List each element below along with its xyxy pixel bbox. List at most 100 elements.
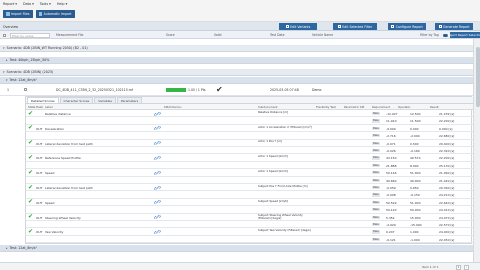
row-lower: -9.000: [386, 126, 396, 131]
generate-report-button[interactable]: Generate Report: [435, 23, 473, 30]
chart-icon[interactable]: [154, 229, 161, 235]
column-valid[interactable]: Valid: [214, 33, 221, 37]
row-label: Lateral deviation from test path: [45, 141, 93, 146]
header-requirement[interactable]: Requirement: [372, 105, 390, 109]
detail-row[interactable]: ✔ Relative distance Relative Distance [m] P…: [26, 110, 473, 118]
detail-row[interactable]: ✔ OUT Yaw Velocity Subject Yaw Velocity (Fi…: [26, 227, 473, 236]
edit-selected-filter-button[interactable]: Edit Selected Filter: [333, 23, 377, 30]
detail-row[interactable]: Pass -0.026 -0.160 22.320 [s]: [26, 147, 473, 155]
header-flexibility[interactable]: Flexibility Test: [316, 105, 336, 109]
select-all-checkbox[interactable]: [3, 33, 6, 37]
chart-icon[interactable]: [154, 111, 161, 117]
detail-row[interactable]: Pass -2.716 -2.000 22.680 [s]: [26, 132, 473, 140]
column-test-date[interactable]: Test Date: [270, 33, 284, 37]
scenario-group-row[interactable]: ▾ Scenario: 4DB (2BIN_WT Running 2050) (…: [0, 45, 473, 52]
overview-label: Overview: [3, 24, 19, 29]
detail-row[interactable]: Pass 21.888 8.000 25.130 [s]: [26, 162, 473, 170]
row-label: Steering Wheel Velocity: [45, 215, 81, 220]
column-score[interactable]: Score: [166, 33, 175, 37]
detail-row[interactable]: ✔ OUT Speed Actor 1 Speed [km/h] Pass 50.146 5…: [26, 169, 473, 177]
menu-help[interactable]: Help ▾: [57, 2, 67, 6]
chart-icon[interactable]: [154, 199, 161, 205]
pass-check-icon: ✔: [28, 139, 34, 147]
detail-row[interactable]: Pass -0.008 -0.150 24.210 [s]: [26, 191, 473, 199]
collapse-icon[interactable]: ▾: [6, 78, 8, 82]
row-lower: 21.888: [386, 163, 397, 168]
collapse-icon[interactable]: ▾: [3, 70, 5, 74]
header-operator[interactable]: Operator: [398, 105, 411, 109]
status-badge: Pass: [372, 215, 380, 219]
vertical-scrollbar[interactable]: [473, 39, 480, 262]
detail-row[interactable]: Pass -0.121 -1.000 22.450 [s]: [26, 236, 473, 244]
row-result: 25.130 [s]: [439, 163, 455, 168]
header-label[interactable]: Label: [45, 105, 53, 109]
scenario-group-row[interactable]: ▾ Scenario: 4DB (2BIN) (2025): [0, 69, 473, 76]
configure-report-button[interactable]: Configure Report: [388, 23, 426, 30]
expand-icon[interactable]: ▸: [6, 246, 8, 250]
pass-check-icon: ✔: [28, 227, 34, 235]
edit-variants-button[interactable]: Edit Variants: [279, 23, 317, 30]
detail-row[interactable]: ✔ OUT Speed Subject Speed [km/h] Pass 50.529 5…: [26, 199, 473, 207]
row-label: Speed: [45, 200, 55, 205]
tab-character-scores[interactable]: Character Scores: [59, 97, 94, 103]
chart-icon[interactable]: [154, 125, 161, 131]
chart-icon[interactable]: [154, 214, 161, 220]
chart-icon[interactable]: [154, 140, 161, 146]
test-group-row[interactable]: ▾ Test: 12at_8m/s²: [0, 77, 473, 84]
import-files-button[interactable]: Import Files: [3, 10, 33, 18]
detail-row[interactable]: Pass 50.120 50.000 24.410 [s]: [26, 206, 473, 214]
test-group-row[interactable]: ▸ Test: 12at_8m/s²: [0, 245, 473, 252]
row-result: 22.320 [s]: [439, 149, 455, 153]
row-upper: 1.000: [410, 230, 419, 235]
header-parametric[interactable]: Parametric KPI: [344, 105, 364, 109]
tab-parameters[interactable]: Parameters: [116, 97, 143, 103]
menu-report[interactable]: Report ▾: [3, 2, 17, 6]
row-lower: -0.121: [386, 237, 396, 242]
row-checkbox[interactable]: [24, 88, 27, 91]
detail-row[interactable]: Pass 11.910 11.500 22.200 [s]: [26, 117, 473, 125]
tab-variables[interactable]: Variables: [94, 97, 116, 103]
detail-row[interactable]: ✔ OUT Reference Speed Profile Actor 1 Speed…: [26, 154, 473, 162]
header-state[interactable]: State: [28, 105, 35, 109]
header-result[interactable]: Result: [430, 105, 439, 109]
row-lower: 50.120: [386, 208, 397, 213]
chart-icon[interactable]: [154, 155, 161, 161]
edit-icon: [285, 25, 289, 28]
row-lower: 0.247: [386, 230, 395, 235]
search-input[interactable]: Filter by name: [10, 32, 50, 38]
row-result: 21.090 [s]: [439, 171, 455, 176]
test-date: 2025-03-05 07:48: [270, 88, 299, 92]
header-kpi[interactable]: KPI/Criterion: [164, 105, 181, 109]
column-vehicle-name[interactable]: Vehicle Name: [312, 33, 333, 37]
measurement-row[interactable]: 1 DC_4DB_411_C35N_2_32_20250321_102115.m…: [0, 84, 473, 96]
column-measurement-file[interactable]: Measurement File: [56, 33, 83, 37]
measurement-file-name[interactable]: DC_4DB_411_C35N_2_32_20250321_102115.mf: [56, 88, 133, 92]
tab-detailed-scores[interactable]: Detailed Scores: [27, 97, 59, 103]
test-group-row[interactable]: ▸ Test: 40kph_15kph_50%: [0, 57, 473, 64]
expand-icon[interactable]: ▸: [6, 58, 8, 62]
page-button[interactable]: 1: [456, 264, 461, 270]
row-result: 22.200 [s]: [439, 119, 455, 124]
detail-row[interactable]: ✔ OUT Deceleration Actor 1 Acceleration X (…: [26, 125, 473, 133]
menu-data[interactable]: Data ▾: [23, 2, 34, 6]
menu-tools[interactable]: Tools ▾: [40, 2, 51, 6]
next-page-icon[interactable]: ›: [464, 264, 469, 270]
detail-row[interactable]: ✔ OUT Steering Wheel Velocity Subject Steer…: [26, 214, 473, 221]
reject-report-selection-button[interactable]: Reject Report Selection: [448, 32, 480, 38]
detail-row[interactable]: ✔ OUT Lateral deviation from test path Acto…: [26, 140, 473, 147]
chart-icon[interactable]: [154, 185, 161, 191]
row-result: 24.000 [s]: [439, 230, 455, 235]
status-badge: Pass: [372, 156, 380, 160]
chart-icon[interactable]: [154, 170, 161, 176]
detail-row[interactable]: Pass 49.660 49.000 21.440 [s]: [26, 177, 473, 184]
scrollbar-thumb[interactable]: [475, 47, 480, 107]
row-upper: 51.000: [410, 171, 421, 176]
collapse-icon[interactable]: ▾: [3, 46, 5, 50]
automatic-import-button[interactable]: Automatic Import: [35, 10, 75, 18]
detail-row[interactable]: ✔ OUT Lateral deviation from test path Subj…: [26, 184, 473, 192]
header-hash[interactable]: Hash: [36, 105, 43, 109]
header-subdocument[interactable]: Subdocument: [258, 105, 277, 109]
toolbar: Import Files Automatic Import: [0, 7, 480, 22]
detail-row[interactable]: Pass -4.929 -15.000 22.570 [s]: [26, 221, 473, 229]
row-hash: OUT: [36, 171, 43, 176]
